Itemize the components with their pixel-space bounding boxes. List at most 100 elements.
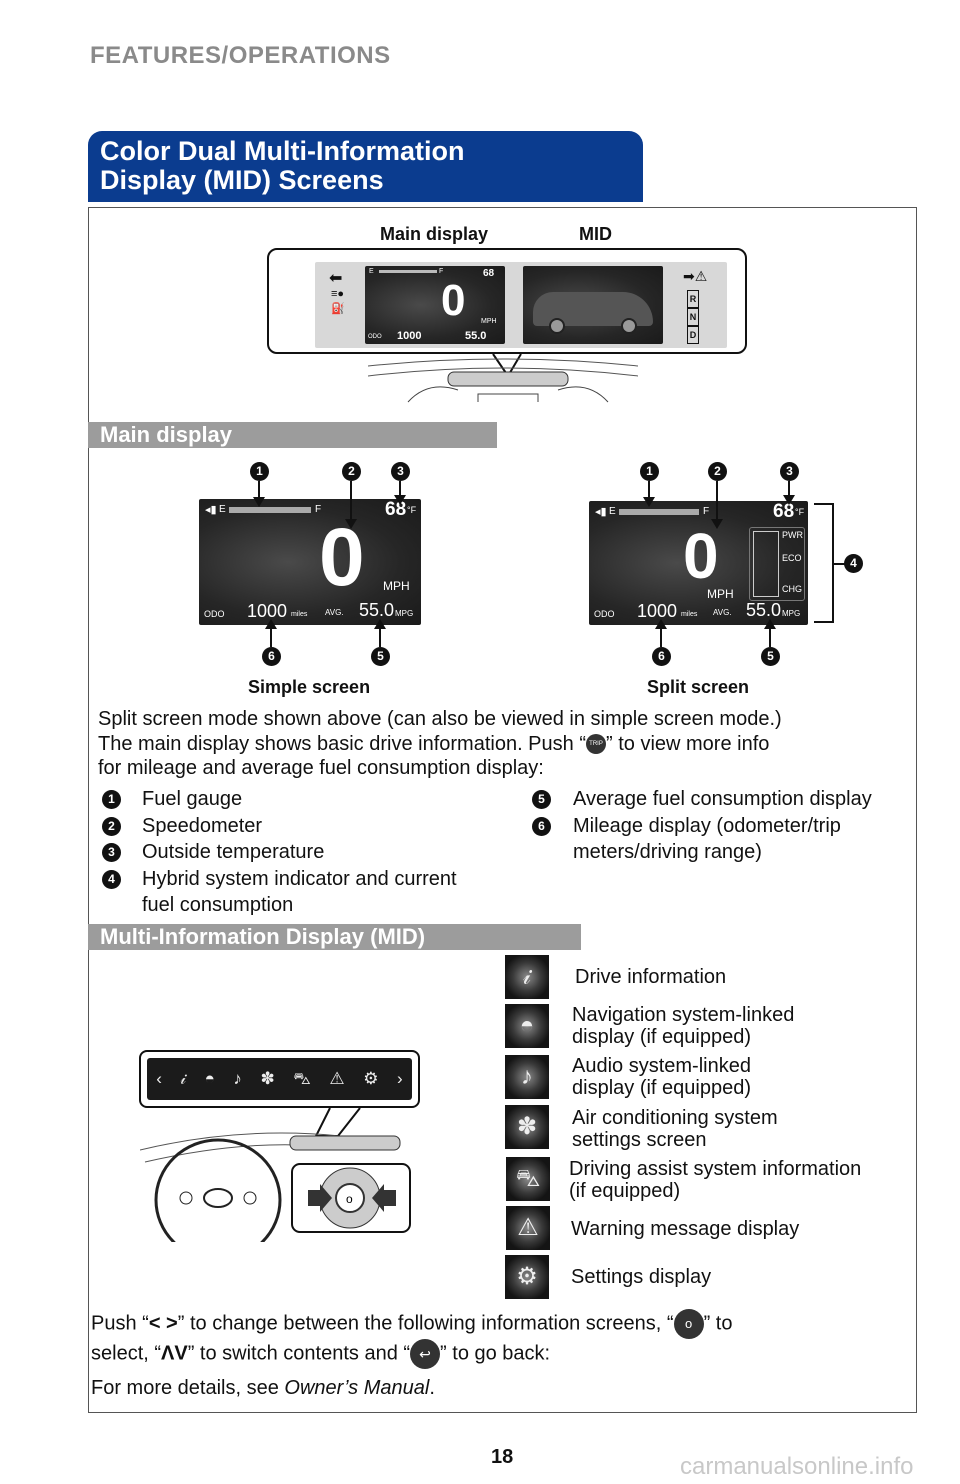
split-screen: ◂▮ E F 68 °F 0 MPH PWR ECO CHG ODO 1000 … bbox=[589, 501, 808, 625]
legend-number: 1 bbox=[102, 790, 121, 809]
fuel-e: E bbox=[609, 506, 616, 517]
fuel-gauge-bar bbox=[379, 270, 437, 273]
callout-2: 2 bbox=[342, 462, 361, 481]
text: Driving assist system information bbox=[569, 1158, 862, 1180]
temperature-unit: °F bbox=[407, 505, 417, 515]
back-button-icon: ↩ bbox=[410, 1339, 441, 1369]
text: display (if equipped) bbox=[572, 1026, 751, 1048]
text: settings screen bbox=[572, 1129, 707, 1151]
speed: 0 bbox=[441, 276, 466, 325]
fuel-gauge-bar bbox=[619, 509, 699, 515]
chevron-left-icon: ‹ bbox=[156, 1069, 162, 1088]
odo-label: ODO bbox=[204, 609, 225, 619]
text: display (if equipped) bbox=[572, 1077, 751, 1099]
pwr-label: PWR bbox=[782, 530, 803, 540]
speed-unit: MPH bbox=[481, 318, 497, 325]
label-main-display: Main display bbox=[380, 224, 489, 244]
callout-3: 3 bbox=[780, 462, 799, 481]
legend-text: fuel consumption bbox=[142, 894, 294, 916]
text: The main display shows basic drive infor… bbox=[98, 732, 586, 755]
callout-5: 5 bbox=[761, 647, 780, 666]
mid-item-label: Settings display bbox=[571, 1266, 711, 1288]
avg-label: AVG. bbox=[713, 608, 732, 617]
avg-unit: MPG bbox=[395, 609, 414, 618]
arrow bbox=[783, 481, 795, 505]
air-conditioning-icon: ✽ bbox=[505, 1105, 549, 1149]
gear-indicator: R N D bbox=[687, 290, 699, 344]
avg-mpg: 55.0 bbox=[359, 600, 395, 620]
text: ” to bbox=[703, 1312, 733, 1335]
watermark: carmanualsonline.info bbox=[680, 1453, 914, 1480]
mid-menu-bar: ‹ 𝒾 ◓ ♪ ✽ ⛍ ⚠ ⚙ › bbox=[147, 1058, 412, 1100]
text: Air conditioning system bbox=[572, 1107, 778, 1129]
legend-number: 3 bbox=[102, 843, 121, 862]
speed: 0 bbox=[683, 520, 719, 592]
simple-screen: ◂▮ E F 68 °F 0 MPH ODO 1000 miles AVG. 5… bbox=[199, 499, 421, 625]
callout-2: 2 bbox=[708, 462, 727, 481]
speed-unit: MPH bbox=[383, 579, 410, 593]
text: Settings display bbox=[571, 1266, 712, 1288]
steering-wheel-illustration: o bbox=[140, 1107, 411, 1242]
mid-item-label: Air conditioning system settings screen bbox=[572, 1107, 778, 1151]
page-title: Color Dual Multi-Information Display (MID… bbox=[88, 131, 643, 202]
speed-unit: MPH bbox=[707, 587, 734, 601]
cluster-callout: ⬅ ≡● ⛽ E F 68 0 MPH ODO 1000 55.0 ➡⚠ R N… bbox=[267, 248, 747, 354]
mid-item-label: Audio system-linked display (if equipped) bbox=[572, 1055, 751, 1099]
legend-number: 4 bbox=[102, 869, 121, 889]
text: Push “ bbox=[91, 1312, 149, 1335]
turn-left-icon: ⬅ bbox=[329, 270, 343, 287]
text: . bbox=[429, 1377, 435, 1399]
wheel bbox=[549, 318, 565, 334]
section-header: FEATURES/OPERATIONS bbox=[90, 42, 391, 69]
fuel-gauge-bar bbox=[229, 507, 311, 513]
arrow bbox=[711, 481, 723, 529]
text: ” to go back: bbox=[440, 1342, 551, 1365]
text: Audio system-linked bbox=[572, 1055, 751, 1077]
arrow bbox=[655, 619, 667, 647]
main-display-screen: E F 68 0 MPH ODO 1000 55.0 bbox=[365, 266, 505, 344]
left-right-arrows-icon: < > bbox=[148, 1312, 178, 1335]
callout-4: 4 bbox=[844, 554, 863, 573]
hybrid-system-indicator: PWR ECO CHG bbox=[749, 527, 805, 601]
section-bar-mid: Multi-Information Display (MID) bbox=[88, 924, 581, 950]
text: Drive information bbox=[575, 966, 727, 988]
mid-item-label: Warning message display bbox=[571, 1218, 799, 1240]
legend-right: 5 Average fuel consumption display 6 Milea… bbox=[532, 786, 872, 866]
arrow bbox=[643, 481, 655, 507]
info-icon: 𝒾 bbox=[505, 955, 549, 999]
headlight-icon: ≡● bbox=[331, 288, 345, 300]
fuel-pump-icon: ◂▮ bbox=[595, 506, 607, 518]
chevron-right-icon: › bbox=[397, 1069, 403, 1088]
music-note-icon: ♪ bbox=[505, 1055, 549, 1099]
gear-d: D bbox=[687, 326, 699, 344]
intro-line: The main display shows basic drive infor… bbox=[98, 732, 898, 757]
music-note-icon: ♪ bbox=[233, 1069, 242, 1088]
text: select, “ bbox=[91, 1342, 162, 1365]
turn-right-warning-icons: ➡⚠ bbox=[683, 268, 708, 284]
text: Warning message display bbox=[571, 1218, 800, 1240]
info-icon: 𝒾 bbox=[180, 1069, 186, 1088]
arrow bbox=[253, 481, 265, 507]
wheel bbox=[621, 318, 637, 334]
legend-number: 6 bbox=[532, 816, 551, 836]
callout-6: 6 bbox=[652, 647, 671, 666]
mid-screen-car-image bbox=[523, 266, 663, 344]
page-number: 18 bbox=[491, 1446, 514, 1468]
gear-r: R bbox=[687, 290, 699, 308]
odo-label: ODO bbox=[594, 609, 615, 619]
callout-6: 6 bbox=[262, 647, 281, 666]
fuel-e: E bbox=[219, 504, 226, 515]
callout-1: 1 bbox=[640, 462, 659, 481]
legend-text: Hybrid system indicator and current bbox=[142, 867, 457, 890]
mid-item-label: Navigation system-linked display (if equi… bbox=[572, 1004, 794, 1048]
legend-text: Fuel gauge bbox=[142, 788, 243, 810]
temperature-unit: °F bbox=[795, 507, 805, 517]
odo-unit: miles bbox=[291, 611, 308, 618]
callout-3: 3 bbox=[391, 462, 410, 481]
warning-icon: ⚠ bbox=[506, 1206, 550, 1250]
legend-text: Outside temperature bbox=[142, 841, 325, 863]
legend-text: Average fuel consumption display bbox=[573, 788, 872, 810]
bracket bbox=[814, 503, 834, 623]
text: ” to switch contents and “ bbox=[187, 1342, 411, 1365]
legend-number: 5 bbox=[532, 790, 551, 809]
